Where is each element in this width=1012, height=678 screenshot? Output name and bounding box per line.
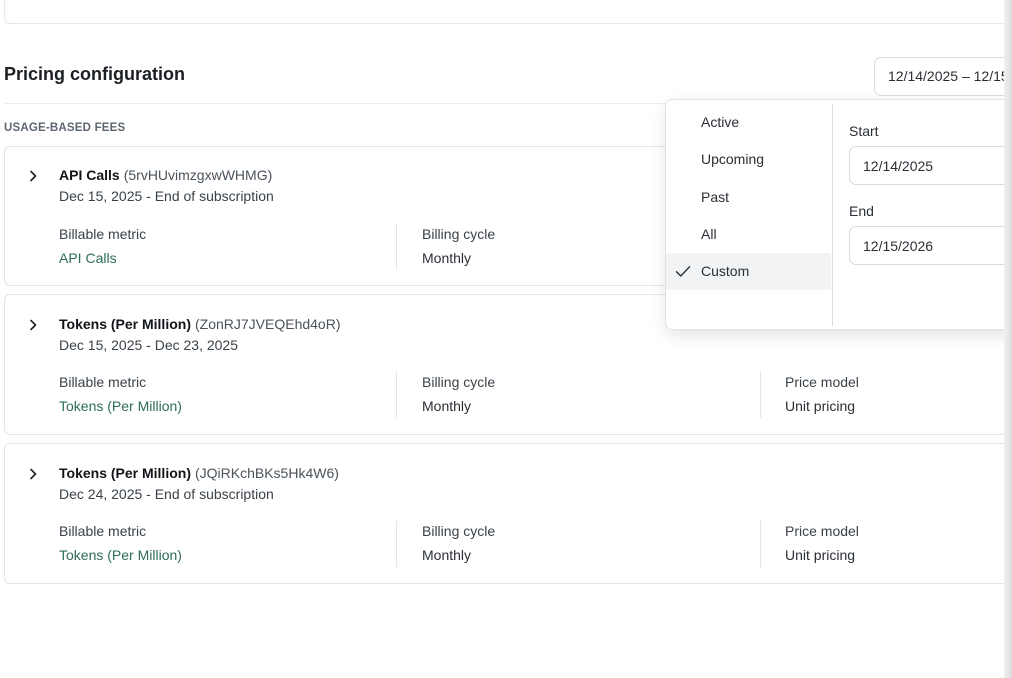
column-divider (396, 372, 397, 418)
column-divider (396, 224, 397, 270)
billing-cycle-value: Monthly (422, 547, 472, 563)
end-date-input[interactable] (849, 226, 1012, 265)
start-date-label: Start (849, 123, 879, 139)
menu-item-upcoming[interactable]: Upcoming (666, 141, 831, 178)
column-divider (760, 521, 761, 567)
fee-code: (5rvHUvimzgxwWHMG) (123, 167, 273, 183)
billing-cycle-label: Billing cycle (422, 226, 496, 242)
menu-item-label: Custom (701, 263, 750, 279)
billable-metric-label: Billable metric (59, 226, 147, 242)
fee-code: (JQiRKchBKs5Hk4W6) (194, 465, 339, 481)
price-model-value: Unit pricing (785, 547, 856, 563)
billing-cycle-column: Billing cycle Monthly (422, 523, 495, 563)
price-model-value: Unit pricing (785, 398, 856, 414)
fee-header[interactable]: API Calls (5rvHUvimzgxwWHMG) (59, 167, 272, 183)
billing-cycle-column: Billing cycle Monthly (422, 226, 495, 266)
billable-metric-label: Billable metric (59, 523, 147, 539)
menu-item-custom[interactable]: Custom (666, 253, 831, 290)
fee-header[interactable]: Tokens (Per Million) (JQiRKchBKs5Hk4W6) (59, 465, 339, 481)
start-date-input[interactable] (849, 146, 1012, 185)
billable-metric-column: Billable metric API Calls (59, 226, 146, 266)
billable-metric-column: Billable metric Tokens (Per Million) (59, 374, 182, 414)
menu-divider (832, 104, 833, 326)
check-icon (675, 265, 691, 278)
billable-metric-link[interactable]: Tokens (Per Million) (59, 398, 182, 414)
end-date-label: End (849, 203, 874, 219)
price-model-label: Price model (785, 374, 859, 390)
fee-dates: Dec 24, 2025 - End of subscription (59, 486, 274, 502)
price-model-column: Price model Unit pricing (785, 374, 859, 414)
page-title: Pricing configuration (4, 64, 186, 84)
chevron-right-icon[interactable] (26, 169, 40, 183)
fee-name: API Calls (59, 167, 120, 183)
column-divider (396, 521, 397, 567)
date-range-button[interactable]: 12/14/2025 – 12/15/2026 (874, 57, 1012, 96)
scrollbar[interactable] (1004, 0, 1012, 678)
billable-metric-label: Billable metric (59, 374, 147, 390)
menu-item-active[interactable]: Active (666, 104, 831, 141)
fee-name: Tokens (Per Million) (59, 465, 191, 481)
menu-item-all[interactable]: All (666, 216, 831, 253)
chevron-right-icon[interactable] (26, 318, 40, 332)
fee-name: Tokens (Per Million) (59, 316, 191, 332)
billing-cycle-label: Billing cycle (422, 523, 496, 539)
fee-code: (ZonRJ7JVEQEhd4oR) (194, 316, 341, 332)
billable-metric-link[interactable]: API Calls (59, 250, 146, 266)
chevron-right-icon[interactable] (26, 467, 40, 481)
menu-item-past[interactable]: Past (666, 179, 831, 216)
billing-cycle-value: Monthly (422, 250, 472, 266)
billing-cycle-value: Monthly (422, 398, 472, 414)
billable-metric-link[interactable]: Tokens (Per Million) (59, 547, 182, 563)
price-model-column: Price model Unit pricing (785, 523, 859, 563)
section-label: USAGE-BASED FEES (4, 122, 126, 134)
date-filter-menu: Active Upcoming Past All Custom (666, 100, 832, 329)
fee-header[interactable]: Tokens (Per Million) (ZonRJ7JVEQEhd4oR) (59, 316, 341, 332)
billing-cycle-label: Billing cycle (422, 374, 496, 390)
price-model-label: Price model (785, 523, 859, 539)
date-range-popover: Active Upcoming Past All Custom Start En… (665, 99, 1012, 330)
fee-dates: Dec 15, 2025 - Dec 23, 2025 (59, 337, 239, 353)
column-divider (760, 372, 761, 418)
billable-metric-column: Billable metric Tokens (Per Million) (59, 523, 182, 563)
fee-card: Tokens (Per Million) (JQiRKchBKs5Hk4W6) D… (4, 443, 1012, 584)
billing-cycle-column: Billing cycle Monthly (422, 374, 495, 414)
previous-section-card (4, 0, 1012, 24)
fee-dates: Dec 15, 2025 - End of subscription (59, 188, 274, 204)
